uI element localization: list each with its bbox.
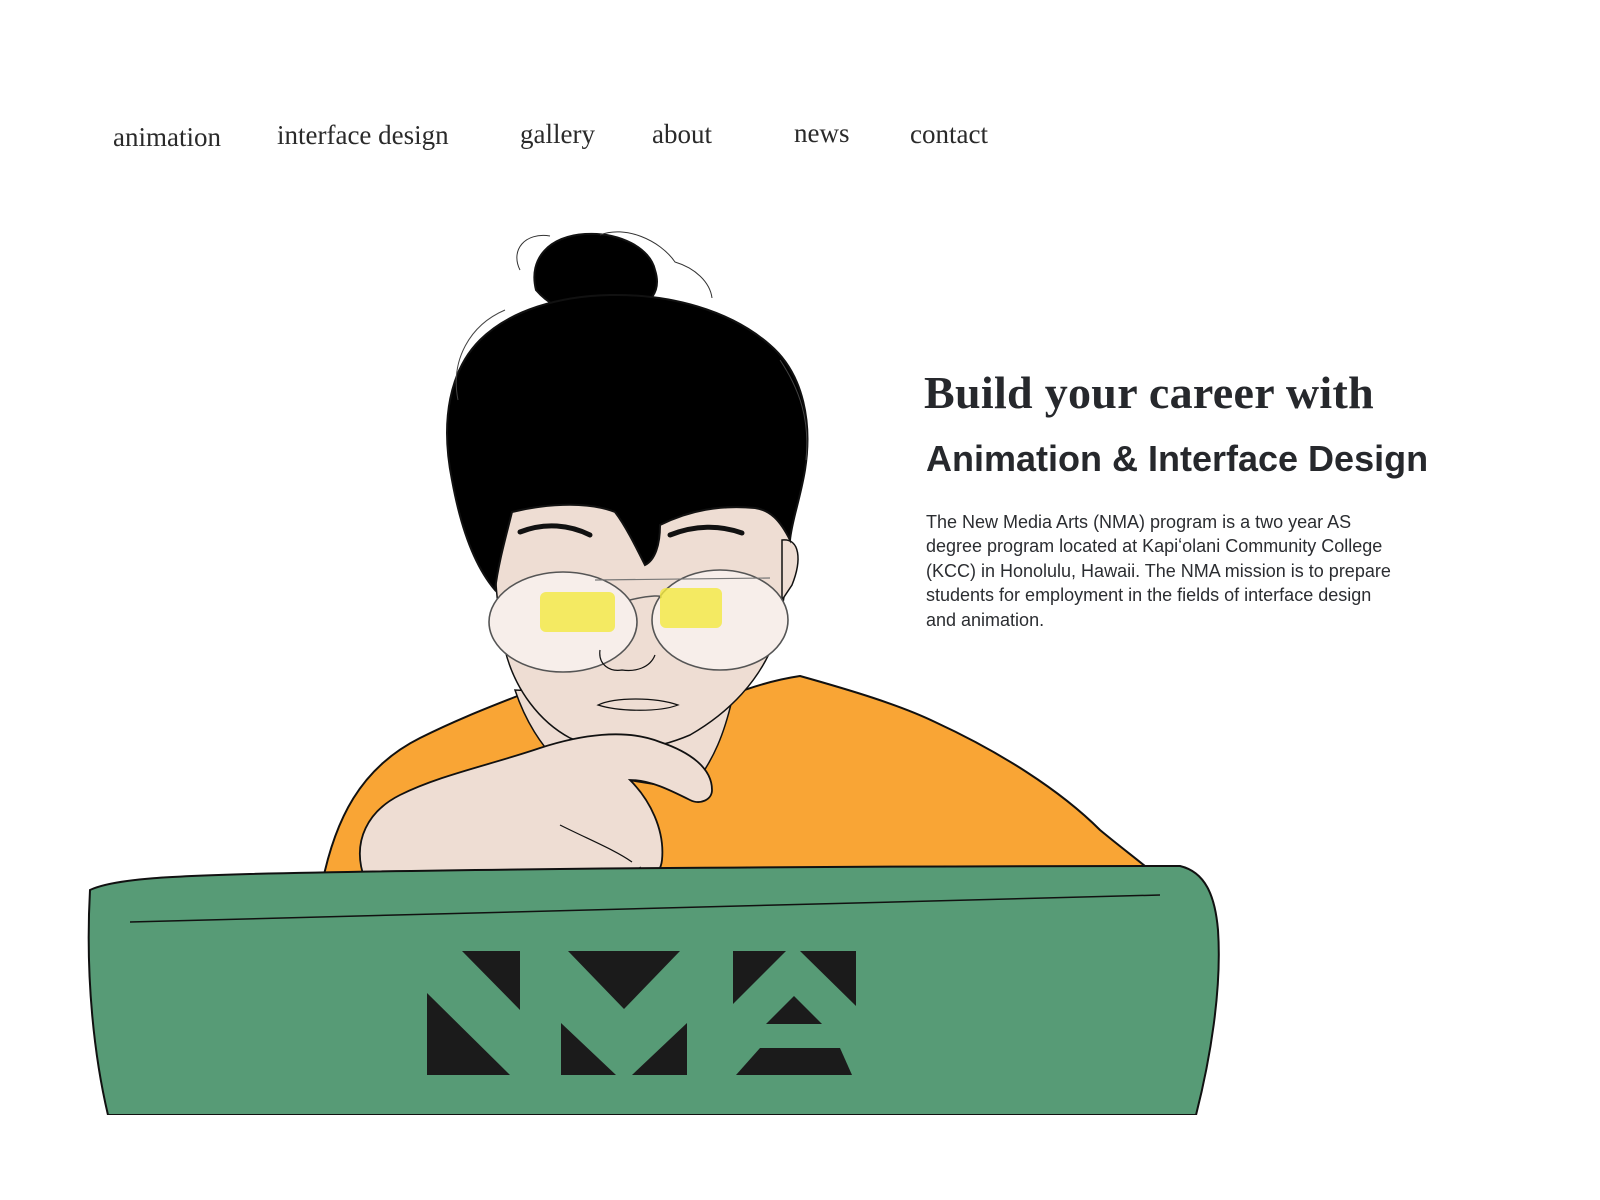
hero-copy: Build your career with Animation & Inter… (924, 367, 1429, 632)
hero-description: The New Media Arts (NMA) program is a tw… (926, 511, 1391, 630)
nav-item-animation[interactable]: animation (113, 124, 221, 151)
ear (781, 539, 799, 603)
main-nav: animation interface design gallery about… (0, 0, 1100, 180)
laptop (87, 864, 1220, 1115)
nav-item-gallery[interactable]: gallery (520, 121, 595, 148)
nav-item-contact[interactable]: contact (910, 121, 988, 148)
nav-item-news[interactable]: news (794, 120, 850, 147)
hero-subtitle: Animation & Interface Design (926, 437, 1429, 479)
nav-item-about[interactable]: about (652, 121, 712, 148)
hero-title: Build your career with (924, 367, 1375, 418)
nav-item-interface-design[interactable]: interface design (277, 122, 449, 149)
student-at-laptop-illustration (87, 231, 1220, 1115)
